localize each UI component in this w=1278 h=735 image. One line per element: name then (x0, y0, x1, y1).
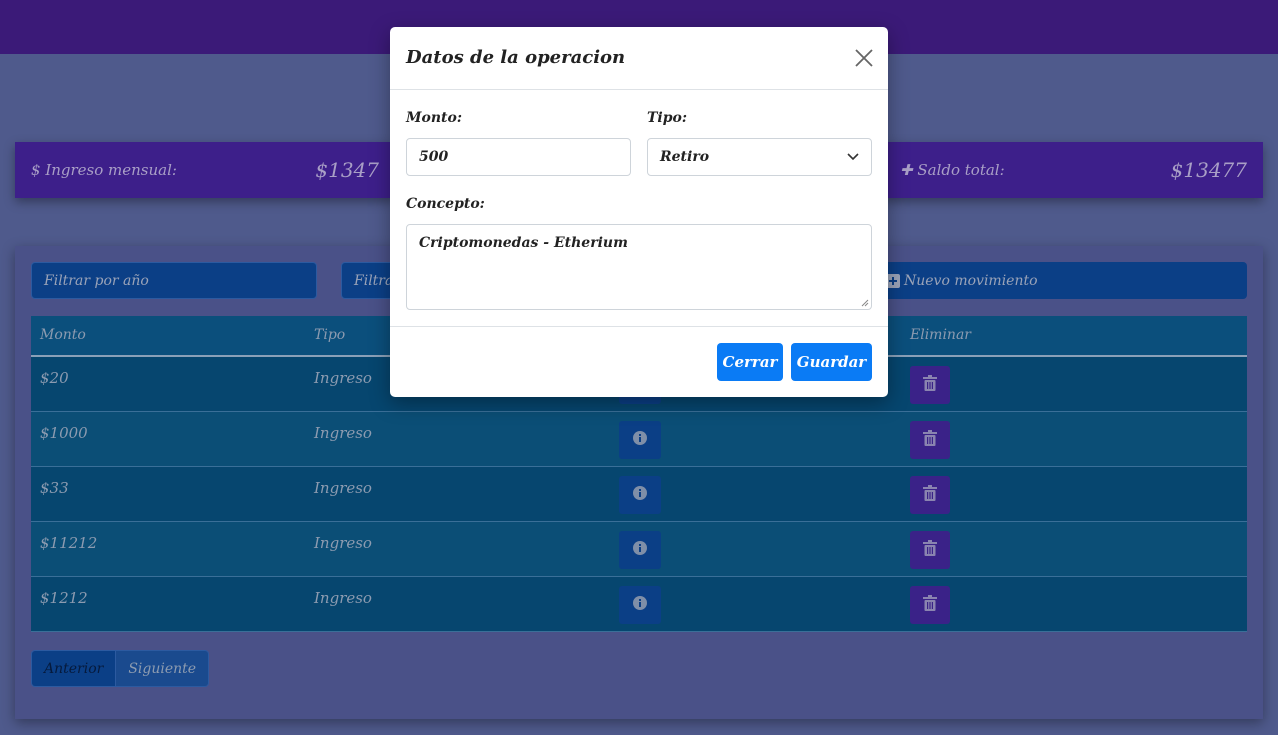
monthly-income-amount: $1347 (315, 158, 379, 182)
monto-input[interactable]: 500 (406, 138, 631, 176)
row-tipo: Ingreso (314, 479, 372, 497)
header-monto: Monto (40, 327, 86, 343)
concepto-value: Criptomonedas - Etherium (419, 235, 628, 251)
trash-icon (923, 595, 937, 615)
info-icon (633, 431, 647, 449)
row-tipo: Ingreso (314, 589, 372, 607)
row-monto: $1212 (40, 589, 88, 607)
close-button[interactable]: Cerrar (717, 343, 783, 381)
info-icon (633, 596, 647, 614)
details-button[interactable] (619, 531, 661, 569)
row-monto: $20 (40, 369, 69, 387)
info-icon (633, 541, 647, 559)
monthly-income-card: $ Ingreso mensual: $1347 (15, 142, 395, 198)
modal-footer: Cerrar Guardar (390, 326, 888, 397)
row-tipo: Ingreso (314, 369, 372, 387)
next-page-button[interactable]: Siguiente (116, 651, 209, 686)
puzzle-icon: ✚ (900, 161, 918, 179)
table-row: $33 Ingreso (31, 467, 1247, 522)
trash-icon (923, 375, 937, 395)
new-movement-label: Nuevo movimiento (904, 272, 1038, 289)
new-movement-button[interactable]: Nuevo movimiento (878, 262, 1247, 299)
header-tipo: Tipo (314, 327, 346, 343)
tipo-value: Retiro (660, 149, 710, 165)
row-monto: $11212 (40, 534, 98, 552)
dollar-icon: $ (31, 161, 46, 179)
operation-modal: Datos de la operacion Monto: 500 Tipo: R… (390, 27, 888, 397)
pagination: Anterior Siguiente (31, 650, 210, 687)
row-tipo: Ingreso (314, 534, 372, 552)
tipo-label: Tipo: (647, 110, 688, 126)
filter-year-input[interactable]: Filtrar por año (31, 262, 317, 299)
delete-button[interactable] (910, 476, 950, 514)
table-row: $11212 Ingreso (31, 522, 1247, 577)
plus-square-icon (886, 273, 900, 288)
table-row: $1000 Ingreso (31, 412, 1247, 467)
row-monto: $33 (40, 479, 69, 497)
total-balance-amount: $13477 (1170, 158, 1247, 182)
details-button[interactable] (619, 421, 661, 459)
delete-button[interactable] (910, 421, 950, 459)
chevron-down-icon (847, 153, 859, 161)
total-balance-card: ✚ Saldo total: $13477 (884, 142, 1263, 198)
row-tipo: Ingreso (314, 424, 372, 442)
resize-grip-icon[interactable] (861, 299, 869, 307)
save-button[interactable]: Guardar (791, 343, 872, 381)
trash-icon (923, 540, 937, 560)
modal-title: Datos de la operacion (406, 47, 626, 68)
details-button[interactable] (619, 586, 661, 624)
delete-button[interactable] (910, 531, 950, 569)
previous-page-button[interactable]: Anterior (32, 651, 117, 686)
delete-button[interactable] (910, 586, 950, 624)
info-icon (633, 486, 647, 504)
concepto-label: Concepto: (406, 196, 485, 212)
total-balance-label: ✚ Saldo total: (900, 161, 1005, 179)
details-button[interactable] (619, 476, 661, 514)
monto-label: Monto: (406, 110, 462, 126)
tipo-select[interactable]: Retiro (647, 138, 872, 176)
delete-button[interactable] (910, 366, 950, 404)
trash-icon (923, 485, 937, 505)
trash-icon (923, 430, 937, 450)
header-eliminar: Eliminar (910, 327, 971, 343)
close-icon[interactable] (854, 48, 874, 68)
row-monto: $1000 (40, 424, 88, 442)
modal-header: Datos de la operacion (390, 27, 888, 90)
concepto-textarea[interactable]: Criptomonedas - Etherium (406, 224, 872, 310)
monthly-income-label: $ Ingreso mensual: (31, 161, 177, 179)
table-row: $1212 Ingreso (31, 577, 1247, 632)
monto-value: 500 (419, 149, 449, 165)
